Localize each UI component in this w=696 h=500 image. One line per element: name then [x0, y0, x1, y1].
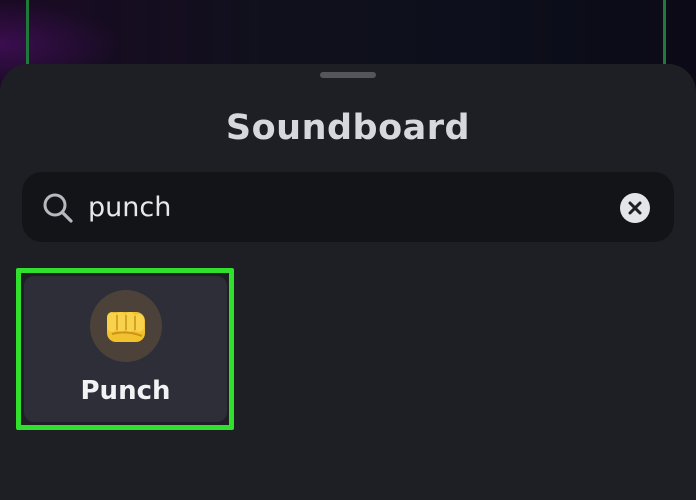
search-input[interactable]	[88, 186, 608, 228]
search-bar[interactable]	[22, 172, 674, 242]
sound-tile-label: Punch	[80, 376, 171, 406]
sound-tile-punch[interactable]: Punch	[24, 276, 227, 422]
sound-emoji-circle	[90, 290, 162, 362]
clear-search-button[interactable]	[620, 193, 650, 223]
close-icon	[628, 201, 642, 215]
fist-icon	[107, 312, 145, 342]
sheet-drag-handle[interactable]	[320, 72, 376, 78]
search-icon	[43, 193, 73, 223]
sheet-title: Soundboard	[225, 108, 471, 148]
soundboard-sheet: Soundboard punch Punch	[0, 64, 696, 500]
